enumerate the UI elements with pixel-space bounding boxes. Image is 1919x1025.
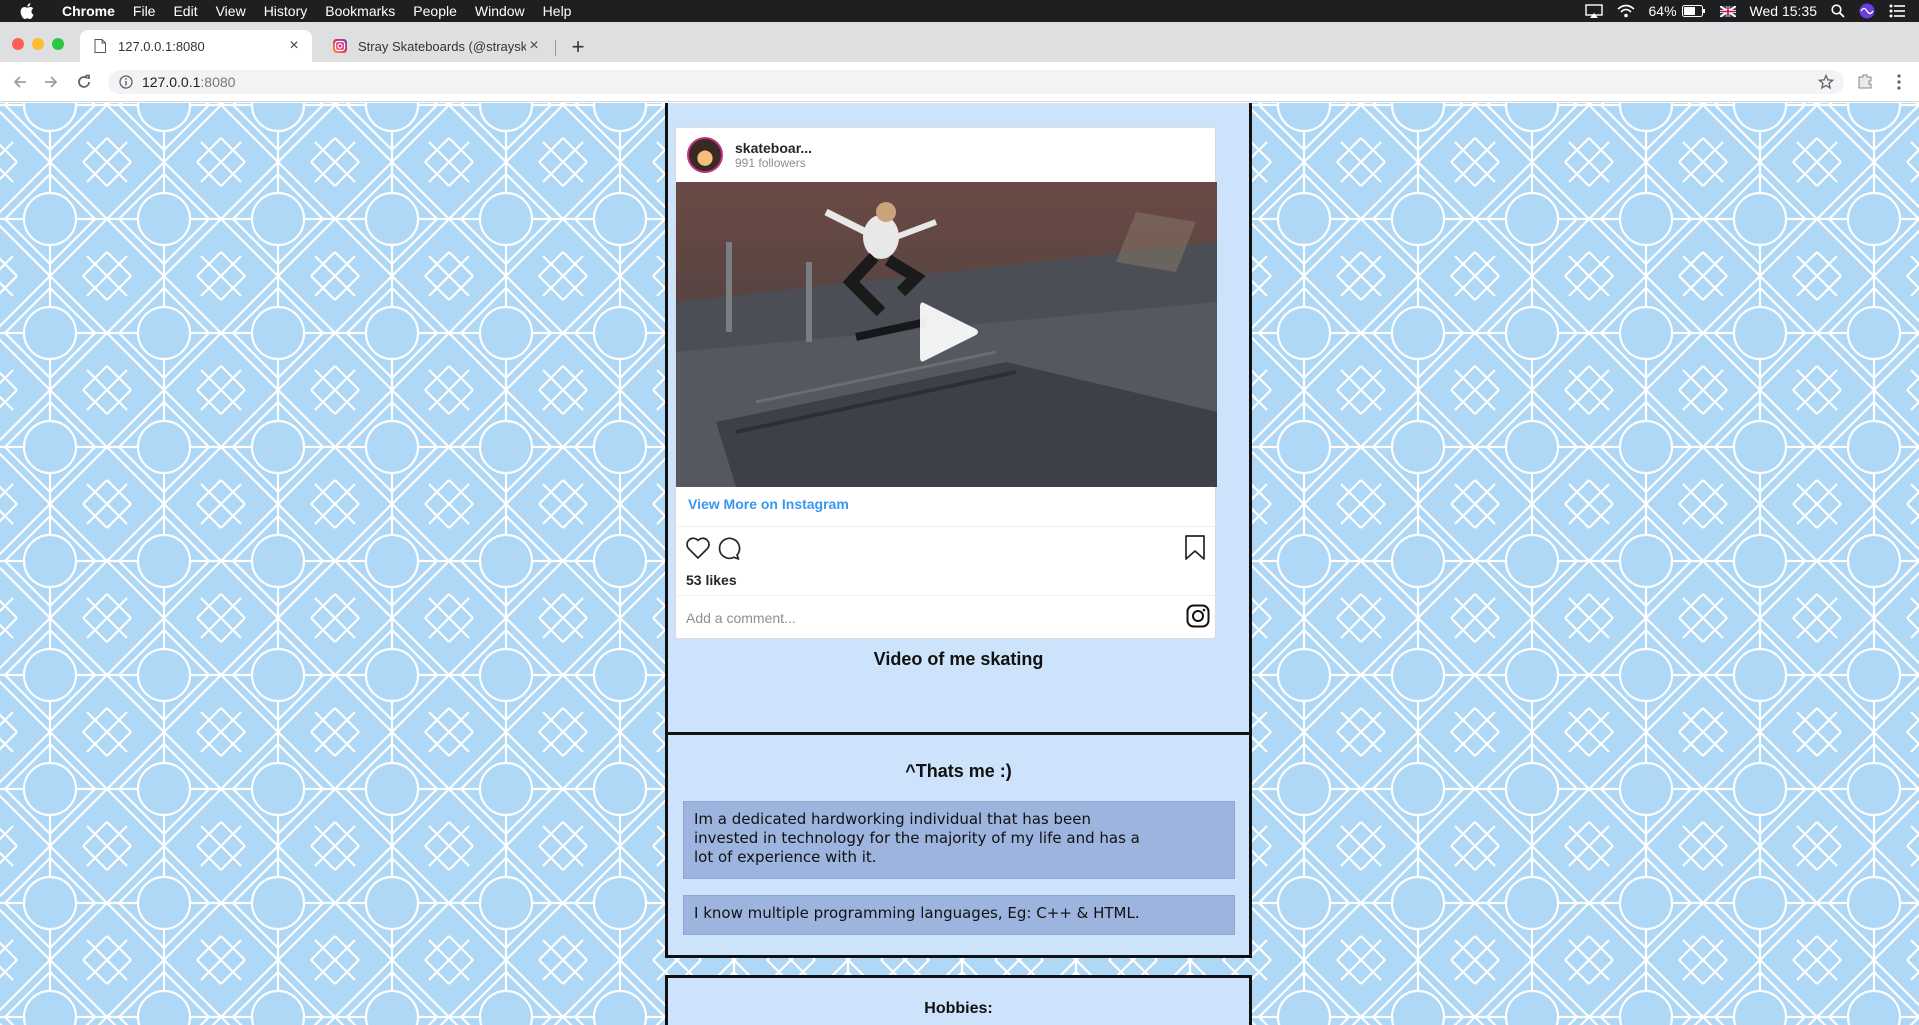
url-host: 127.0.0.1 [142, 74, 201, 90]
about-paragraph-text: Im a dedicated hardworking individual th… [694, 810, 1140, 866]
reload-icon[interactable] [74, 72, 94, 92]
instagram-actions [684, 534, 1209, 564]
minimize-window-button[interactable] [32, 38, 44, 50]
menu-people[interactable]: People [404, 0, 466, 22]
clock[interactable]: Wed 15:35 [1750, 3, 1817, 19]
battery-icon[interactable] [1681, 5, 1706, 17]
avatar[interactable] [687, 137, 723, 173]
extension-icon[interactable] [1855, 72, 1875, 92]
about-title: ^Thats me :) [905, 761, 1012, 781]
about-paragraph: Im a dedicated hardworking individual th… [683, 801, 1235, 879]
url-port: :8080 [200, 74, 236, 90]
menu-view[interactable]: View [207, 0, 255, 22]
close-tab-icon[interactable]: × [526, 37, 542, 55]
new-tab-button[interactable]: + [565, 35, 591, 61]
divider [676, 526, 1215, 527]
instagram-favicon [332, 38, 348, 54]
battery-percent: 64% [1648, 3, 1677, 19]
tab-separator [555, 40, 556, 56]
control-center-icon[interactable] [1889, 4, 1905, 18]
play-icon[interactable] [914, 297, 984, 367]
menu-window[interactable]: Window [466, 0, 534, 22]
menu-icon[interactable] [1889, 72, 1909, 92]
page-icon [92, 38, 108, 54]
divider [676, 595, 1215, 596]
instagram-embed: skateboar... 991 followers View More on … [675, 127, 1217, 639]
skills-paragraph: I know multiple programming languages, E… [683, 895, 1235, 935]
menu-history[interactable]: History [255, 0, 317, 22]
tab-instagram[interactable]: Stray Skateboards (@strayskat × [320, 30, 552, 62]
instagram-video[interactable] [676, 182, 1217, 487]
close-window-button[interactable] [12, 38, 24, 50]
video-caption: Video of me skating [873, 649, 1044, 669]
tab-title: 127.0.0.1:8080 [118, 38, 205, 54]
view-more-link[interactable]: View More on Instagram [688, 496, 849, 512]
info-icon[interactable] [118, 74, 134, 90]
likes-count: 53 likes [686, 572, 737, 588]
skills-paragraph-text: I know multiple programming languages, E… [694, 904, 1140, 922]
address-bar[interactable]: 127.0.0.1:8080 [108, 70, 1844, 94]
airplay-icon[interactable] [1584, 4, 1603, 18]
menu-bookmarks[interactable]: Bookmarks [316, 0, 404, 22]
menu-edit[interactable]: Edit [164, 0, 206, 22]
spotlight-icon[interactable] [1831, 4, 1845, 18]
page-viewport[interactable]: skateboar... 991 followers View More on … [0, 103, 1919, 1025]
hobbies-title: Hobbies: [924, 1000, 993, 1017]
instagram-header: skateboar... 991 followers [676, 128, 1215, 182]
tab-strip: 127.0.0.1:8080 × Stray Skateboards (@str… [0, 22, 1919, 62]
instagram-icon[interactable] [1185, 603, 1211, 629]
menu-bar: Chrome File Edit View History Bookmarks … [0, 0, 1919, 22]
about-card: ^Thats me :) Im a dedicated hardworking … [665, 732, 1252, 958]
apple-icon[interactable] [19, 3, 35, 19]
wifi-icon[interactable] [1616, 4, 1635, 18]
tab-localhost[interactable]: 127.0.0.1:8080 × [80, 30, 312, 62]
hobbies-card: Hobbies: [665, 975, 1252, 1025]
video-card: skateboar... 991 followers View More on … [665, 103, 1252, 815]
tab-title: Stray Skateboards (@strayskat [358, 38, 526, 54]
siri-icon[interactable] [1859, 3, 1875, 19]
star-icon[interactable] [1818, 74, 1834, 90]
zoom-window-button[interactable] [52, 38, 64, 50]
instagram-username[interactable]: skateboar... [735, 140, 812, 156]
instagram-profile: skateboar... 991 followers [735, 140, 812, 170]
flag-icon[interactable] [1719, 5, 1736, 17]
menu-file[interactable]: File [124, 0, 165, 22]
comment-input[interactable]: Add a comment... [686, 610, 796, 626]
comment-icon[interactable] [714, 534, 742, 562]
forward-icon[interactable] [41, 72, 61, 92]
instagram-followers: 991 followers [735, 156, 806, 170]
back-icon[interactable] [10, 72, 30, 92]
close-tab-icon[interactable]: × [286, 37, 302, 55]
browser-toolbar: 127.0.0.1:8080 [0, 62, 1919, 102]
menu-help[interactable]: Help [534, 0, 581, 22]
heart-icon[interactable] [684, 534, 712, 562]
menu-app-name[interactable]: Chrome [53, 0, 124, 22]
bookmark-icon[interactable] [1181, 534, 1209, 562]
window-controls [12, 38, 72, 50]
